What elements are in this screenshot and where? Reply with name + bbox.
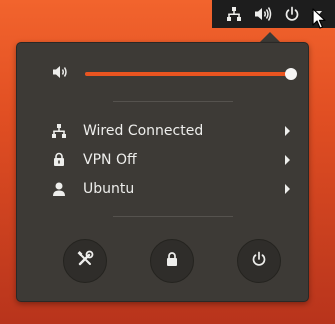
separator bbox=[113, 216, 233, 217]
volume-slider[interactable] bbox=[85, 68, 297, 80]
lock-icon bbox=[164, 251, 180, 271]
vpn-lock-icon bbox=[51, 152, 67, 168]
user-icon bbox=[51, 181, 67, 197]
volume-high-icon[interactable] bbox=[252, 4, 274, 24]
chevron-right-icon bbox=[285, 126, 290, 136]
power-off-button[interactable] bbox=[237, 239, 281, 283]
menu-item-wired[interactable]: Wired Connected bbox=[17, 117, 308, 145]
settings-button[interactable] bbox=[63, 239, 107, 283]
lock-button[interactable] bbox=[150, 239, 194, 283]
volume-icon bbox=[51, 63, 71, 81]
volume-slider-fill bbox=[85, 72, 291, 76]
menu-item-label: VPN Off bbox=[83, 152, 137, 168]
settings-icon bbox=[76, 250, 94, 272]
power-icon[interactable] bbox=[281, 4, 303, 24]
menu-item-user[interactable]: Ubuntu bbox=[17, 175, 308, 203]
chevron-right-icon bbox=[285, 155, 290, 165]
chevron-right-icon bbox=[285, 184, 290, 194]
separator bbox=[113, 101, 233, 102]
network-wired-icon bbox=[51, 123, 67, 139]
menu-item-vpn[interactable]: VPN Off bbox=[17, 146, 308, 174]
mouse-cursor-icon bbox=[312, 8, 328, 30]
menu-item-label: Wired Connected bbox=[83, 123, 204, 139]
power-off-icon bbox=[251, 251, 267, 271]
volume-slider-knob[interactable] bbox=[284, 68, 297, 80]
network-wired-icon[interactable] bbox=[223, 4, 245, 24]
menu-item-label: Ubuntu bbox=[83, 181, 135, 197]
system-menu: Wired Connected VPN Off Ubuntu bbox=[16, 42, 309, 302]
menu-pointer bbox=[260, 32, 280, 42]
